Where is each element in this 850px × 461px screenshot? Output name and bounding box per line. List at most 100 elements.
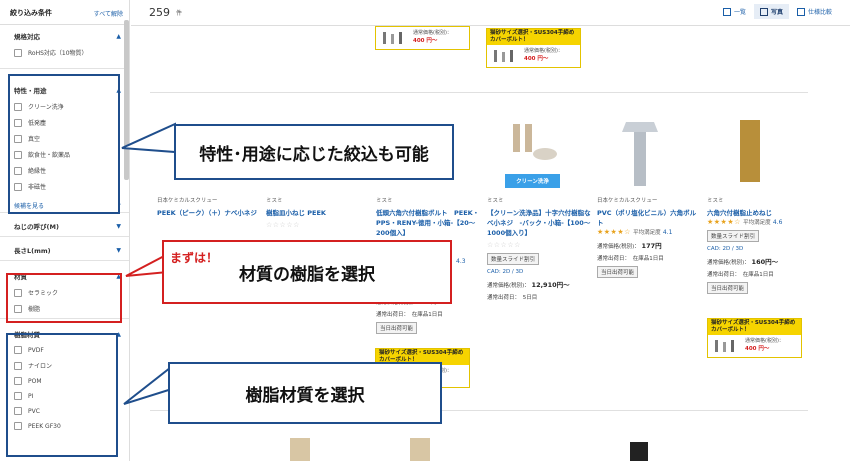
promo-price: 400 円〜 xyxy=(745,346,770,352)
results-header: 259 件 一覧 写真 仕様比較 xyxy=(131,0,850,26)
product-card[interactable]: 日本ケミカルスクリュー PVC（ポリ塩化ビニル）六角ボルト ★★★★☆ 平均満足… xyxy=(597,196,702,278)
product-name[interactable]: 樹脂皿小ねじ PEEK xyxy=(266,208,371,218)
screw-thumbnail xyxy=(711,337,739,355)
compare-view-icon xyxy=(796,7,805,16)
rating-value: 4.1 xyxy=(662,229,673,236)
checkbox[interactable] xyxy=(14,48,22,57)
same-day-tag: 当日出荷可能 xyxy=(597,266,639,278)
product-image[interactable] xyxy=(505,118,565,168)
product-ship: 通常出荷日： 5日目 xyxy=(487,295,538,301)
product-maker: ミスミ xyxy=(266,198,283,204)
product-price: 177円 xyxy=(641,242,662,250)
price-label: 通常価格(税別)： xyxy=(487,283,530,289)
option-label: RoHS対応（10物質） xyxy=(28,50,88,57)
rating-value: 4.6 xyxy=(772,219,783,226)
product-maker: ミスミ xyxy=(487,198,504,204)
product-name[interactable]: PVC（ポリ塩化ビニル）六角ボルト xyxy=(597,208,702,228)
view-label: 一覧 xyxy=(733,9,746,16)
callout-resin: 樹脂材質を選択 xyxy=(168,362,442,424)
promo-box[interactable]: 猫砂サイズ選択・SUS304手締め カバーボルト！ 通常価格(税別)： 400 円… xyxy=(707,318,802,358)
result-count: 259 xyxy=(149,6,170,19)
product-name[interactable]: 低頭六角穴付樹脂ボルト PEEK・PPS・RENY-徳用・小箱-【20〜200個… xyxy=(376,208,481,238)
product-card[interactable]: ミスミ 六角穴付樹脂止めねじ ★★★★☆ 平均満足度 4.6 数量スライド割引 … xyxy=(707,196,812,294)
product-maker: ミスミ xyxy=(376,198,393,204)
product-image[interactable] xyxy=(410,438,430,461)
product-image[interactable] xyxy=(290,438,310,461)
screw-thumbnail xyxy=(490,47,518,65)
callout-lead: まずは！ xyxy=(170,251,219,265)
rating-label: 平均満足度 xyxy=(743,220,771,226)
volume-discount-tag: 数量スライド割引 xyxy=(707,230,760,242)
product-maker: 日本ケミカルスクリュー xyxy=(597,198,658,204)
product-maker: 日本ケミカルスクリュー xyxy=(157,198,218,204)
callout-property: 特性･用途に応じた絞込も可能 xyxy=(174,124,454,180)
product-ship: 通常出荷日： 在庫品1日目 xyxy=(707,272,774,278)
view-label: 写真 xyxy=(770,9,783,16)
highlight-property-box xyxy=(8,74,120,214)
product-image[interactable] xyxy=(620,118,660,188)
product-card[interactable]: 日本ケミカルスクリュー PEEK（ピーク）（＋）ナベ小ネジ xyxy=(157,196,262,218)
volume-discount-tag: 数量スライド割引 xyxy=(487,253,540,265)
promo-price: 400 円〜 xyxy=(413,38,438,44)
product-price: 12,910円〜 xyxy=(531,281,570,289)
filter-section-standard: 規格対応 ▲ RoHS対応（10物質） xyxy=(0,25,129,69)
promo-box[interactable]: 猫砂サイズ選択・SUS304手締め カバーボルト！ 通常価格(税別)： 400 円… xyxy=(486,28,581,68)
cad-link[interactable]: CAD: 2D / 3D xyxy=(487,269,592,275)
promo-head: 猫砂サイズ選択・SUS304手締め カバーボルト！ xyxy=(708,319,801,335)
view-compare-button[interactable]: 仕様比較 xyxy=(791,4,838,19)
product-price: 160円〜 xyxy=(751,258,779,266)
filter-section-thread: ねじの呼び(M) ▼ xyxy=(0,213,129,237)
chevron-down-icon: ▼ xyxy=(116,222,121,230)
view-list-button[interactable]: 一覧 xyxy=(717,4,752,19)
promo-price-label: 通常価格(税別)： xyxy=(413,30,452,36)
row-divider xyxy=(150,92,808,93)
same-day-tag: 当日出荷可能 xyxy=(376,322,418,334)
product-name[interactable]: PEEK（ピーク）（＋）ナベ小ネジ xyxy=(157,208,262,218)
rating-label: 平均満足度 xyxy=(633,230,661,236)
sidebar-title: 絞り込み条件 xyxy=(10,9,52,17)
section-header[interactable]: ねじの呼び(M) ▼ xyxy=(14,221,121,232)
highlight-material-box xyxy=(6,273,122,323)
cad-link[interactable]: CAD: 2D / 3D xyxy=(707,246,812,252)
rating-value: 4.3 xyxy=(456,258,466,265)
view-photo-button[interactable]: 写真 xyxy=(753,4,789,19)
sidebar-header: 絞り込み条件 すべて解除 xyxy=(0,0,129,25)
option-rohs[interactable]: RoHS対応（10物質） xyxy=(14,48,121,57)
product-name[interactable]: 六角穴付樹脂止めねじ xyxy=(707,208,812,218)
product-ship: 通常出荷日： 在庫品1日目 xyxy=(376,312,443,318)
section-title: 長さL(mm) xyxy=(14,247,51,255)
view-label: 仕様比較 xyxy=(807,9,832,16)
rating-stars: ★★★★☆ xyxy=(597,228,631,236)
section-header[interactable]: 規格対応 ▲ xyxy=(14,31,121,42)
chevron-up-icon: ▲ xyxy=(116,32,121,40)
promo-price-label: 通常価格(税別)： xyxy=(745,338,784,344)
same-day-tag: 当日出荷可能 xyxy=(707,282,749,294)
product-image[interactable] xyxy=(730,116,770,186)
section-title: 規格対応 xyxy=(14,33,40,41)
product-card[interactable]: ミスミ 【クリーン洗浄品】十字穴付樹脂なべ小ネジ -バック・小箱-【100〜10… xyxy=(487,196,592,301)
product-name[interactable]: 【クリーン洗浄品】十字穴付樹脂なべ小ネジ -バック・小箱-【100〜1000個入… xyxy=(487,208,592,238)
rating-stars: ☆☆☆☆☆ xyxy=(266,221,300,229)
product-ship: 通常出荷日： 在庫品1日目 xyxy=(597,256,664,262)
price-label: 通常価格(税別)： xyxy=(707,260,750,266)
product-card[interactable]: ミスミ 樹脂皿小ねじ PEEK ☆☆☆☆☆ xyxy=(266,196,371,229)
rating-stars: ★★★★☆ xyxy=(707,218,741,226)
rating-stars: ☆☆☆☆☆ xyxy=(487,241,521,249)
promo-box[interactable]: 通常価格(税別)： 400 円〜 xyxy=(375,26,470,50)
product-maker: ミスミ xyxy=(707,198,724,204)
callout-arrow xyxy=(121,122,176,154)
price-label: 通常価格(税別)： xyxy=(597,244,640,250)
product-image[interactable] xyxy=(630,442,648,461)
highlight-resin-box xyxy=(6,333,118,457)
chevron-down-icon: ▼ xyxy=(116,246,121,254)
photo-view-icon xyxy=(759,7,768,16)
screw-thumbnail xyxy=(379,29,407,47)
callout-text: 特性･用途に応じた絞込も可能 xyxy=(199,144,429,165)
clean-badge: クリーン洗浄 xyxy=(505,174,560,188)
promo-price: 400 円〜 xyxy=(524,56,549,62)
section-header[interactable]: 長さL(mm) ▼ xyxy=(14,245,121,256)
callout-text: 材質の樹脂を選択 xyxy=(239,264,375,285)
clear-all-link[interactable]: すべて解除 xyxy=(94,9,123,18)
filter-section-length: 長さL(mm) ▼ xyxy=(0,237,129,261)
list-view-icon xyxy=(722,7,731,16)
